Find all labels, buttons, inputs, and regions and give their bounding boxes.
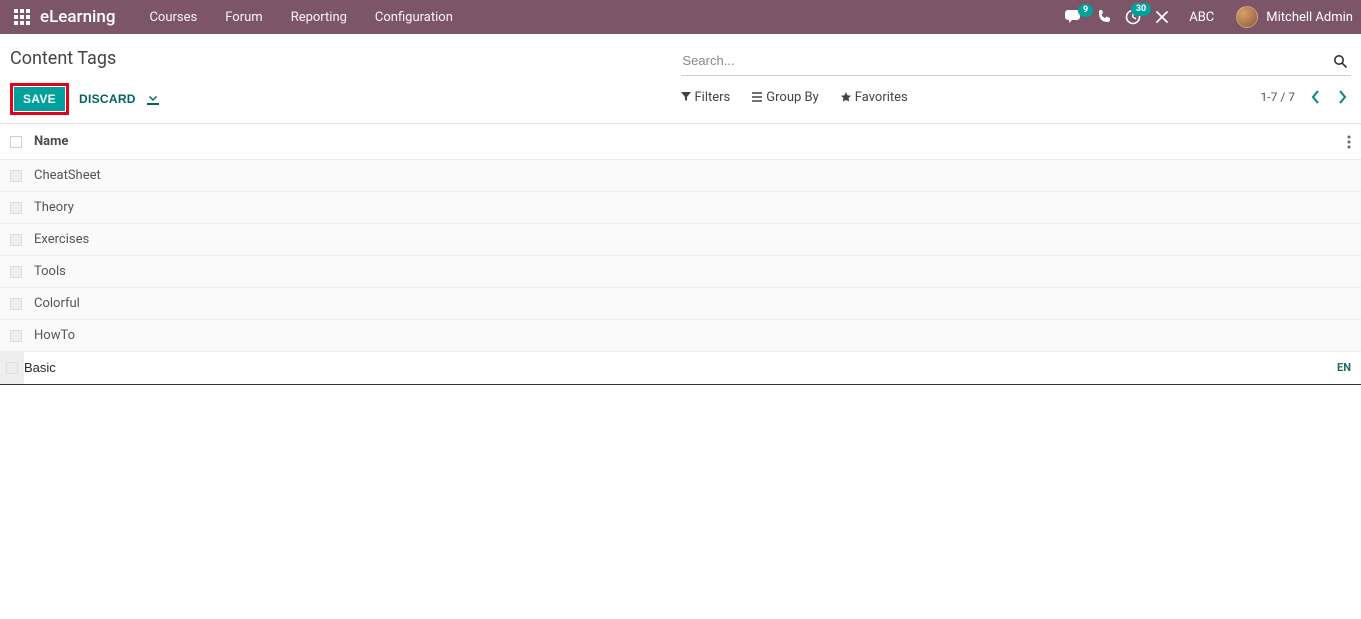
search-input[interactable] (681, 50, 1330, 71)
table-row[interactable]: Theory (0, 192, 1361, 224)
phone-icon[interactable] (1097, 10, 1111, 24)
table-row[interactable]: Colorful (0, 288, 1361, 320)
chat-icon[interactable]: 9 (1065, 10, 1083, 24)
row-checkbox[interactable] (10, 330, 34, 342)
pager-prev[interactable] (1307, 88, 1324, 106)
discard-button[interactable]: DISCARD (79, 92, 136, 106)
pager[interactable]: 1-7 / 7 (1261, 90, 1295, 104)
nav-courses[interactable]: Courses (135, 2, 211, 33)
row-checkbox[interactable] (10, 266, 34, 278)
groupby-label: Group By (766, 90, 819, 105)
tools-icon[interactable] (1155, 10, 1169, 24)
control-panel: Content Tags SAVE DISCARD Filters (0, 34, 1361, 115)
name-input[interactable] (24, 358, 1329, 377)
save-highlight: SAVE (10, 83, 69, 115)
abc-label[interactable]: ABC (1189, 10, 1214, 25)
table: Name CheatSheet Theory Exercises Tools C… (0, 124, 1361, 385)
nav: Courses Forum Reporting Configuration (135, 2, 466, 33)
row-name: Theory (34, 200, 1351, 215)
save-button[interactable]: SAVE (14, 87, 65, 111)
groupby-button[interactable]: Group By (752, 90, 819, 105)
systray: 9 30 ABC (1065, 9, 1220, 25)
nav-configuration[interactable]: Configuration (361, 2, 467, 33)
filter-bar: Filters Group By Favorites 1-7 / 7 (681, 88, 1352, 106)
chat-badge: 9 (1078, 4, 1093, 17)
column-menu-icon[interactable] (1347, 135, 1351, 149)
search-icon[interactable] (1329, 54, 1351, 68)
clock-icon[interactable]: 30 (1125, 9, 1141, 25)
language-button[interactable]: EN (1337, 361, 1351, 374)
row-checkbox[interactable] (10, 202, 34, 214)
pager-next[interactable] (1334, 88, 1351, 106)
table-header: Name (0, 124, 1361, 160)
row-name: Colorful (34, 296, 1351, 311)
select-all-checkbox[interactable] (10, 136, 34, 148)
table-row[interactable]: Exercises (0, 224, 1361, 256)
row-checkbox[interactable] (0, 352, 24, 384)
table-row[interactable]: Tools (0, 256, 1361, 288)
row-checkbox[interactable] (10, 298, 34, 310)
table-row[interactable]: CheatSheet (0, 160, 1361, 192)
row-checkbox[interactable] (10, 170, 34, 182)
user-menu[interactable]: Mitchell Admin (1236, 6, 1353, 28)
apps-icon[interactable] (12, 7, 32, 27)
favorites-button[interactable]: Favorites (841, 90, 908, 105)
row-name: CheatSheet (34, 168, 1351, 183)
row-name: Exercises (34, 232, 1351, 247)
brand[interactable]: eLearning (40, 7, 115, 27)
nav-forum[interactable]: Forum (211, 2, 276, 33)
col-name[interactable]: Name (34, 134, 1347, 149)
table-row[interactable]: HowTo (0, 320, 1361, 352)
row-name: Tools (34, 264, 1351, 279)
clock-badge: 30 (1131, 3, 1151, 16)
download-icon[interactable] (146, 92, 160, 106)
filters-button[interactable]: Filters (681, 90, 731, 105)
row-checkbox[interactable] (10, 234, 34, 246)
username: Mitchell Admin (1266, 10, 1353, 25)
search-bar (681, 46, 1352, 76)
table-row-editing[interactable]: EN (0, 352, 1361, 385)
nav-reporting[interactable]: Reporting (277, 2, 361, 33)
row-name: HowTo (34, 328, 1351, 343)
avatar (1236, 6, 1258, 28)
filters-label: Filters (695, 90, 731, 105)
favorites-label: Favorites (855, 90, 908, 105)
topbar: eLearning Courses Forum Reporting Config… (0, 0, 1361, 34)
page-title: Content Tags (10, 48, 681, 69)
